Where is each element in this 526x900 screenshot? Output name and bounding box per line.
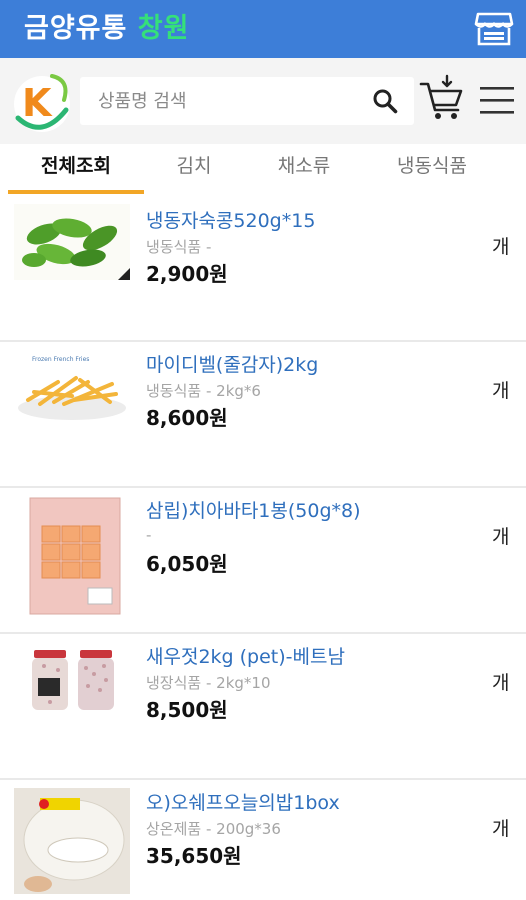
- product-image-instant-rice[interactable]: [14, 788, 130, 894]
- product-price: 6,050원: [146, 552, 228, 576]
- product-price: 2,900원: [146, 262, 228, 286]
- product-image-edamame[interactable]: [14, 204, 130, 280]
- menu-icon[interactable]: [478, 82, 516, 118]
- product-name[interactable]: 마이디벨(줄감자)2kg: [146, 350, 318, 377]
- cart-icon[interactable]: [418, 74, 464, 122]
- search-bar-area: K: [0, 58, 526, 144]
- product-category-spec: 냉장식품 - 2kg*10: [146, 674, 271, 692]
- app-title-branch: 창원: [137, 13, 190, 44]
- product-category-spec: 냉동식품 - 2kg*6: [146, 382, 261, 400]
- product-price: 8,500원: [146, 698, 228, 722]
- product-unit: 개: [492, 672, 510, 694]
- product-image-ciabatta[interactable]: [14, 496, 130, 616]
- product-image-caption: Frozen French Fries: [32, 356, 89, 363]
- product-category-spec: 상온제품 - 200g*36: [146, 820, 281, 838]
- product-unit: 개: [492, 380, 510, 402]
- product-unit: 개: [492, 818, 510, 840]
- product-unit: 개: [492, 526, 510, 548]
- app-header: 금양유통 창원: [0, 0, 526, 58]
- tab-kimchi[interactable]: 김치: [150, 144, 238, 196]
- tab-frozen-food[interactable]: 냉동식품: [370, 144, 494, 196]
- tab-vegetables[interactable]: 채소류: [252, 144, 356, 196]
- product-item[interactable]: 새우젓2kg (pet)-베트남 냉장식품 - 2kg*10 8,500원 개: [0, 634, 526, 780]
- search-input[interactable]: [98, 77, 368, 125]
- product-name[interactable]: 오)오쉐프오늘의밥1box: [146, 788, 340, 815]
- category-tabs: 전체조회 김치 채소류 냉동식품: [0, 144, 526, 196]
- app-title-main: 금양유통: [24, 13, 128, 44]
- product-category-spec: 냉동식품 -: [146, 238, 212, 256]
- product-name[interactable]: 냉동자숙콩520g*15: [146, 206, 315, 233]
- search-box: [80, 77, 414, 125]
- product-item[interactable]: Frozen French Fries 마이디벨(줄감자)2kg 냉동식품 - …: [0, 342, 526, 488]
- product-image-salted-shrimp[interactable]: [14, 644, 130, 720]
- product-item[interactable]: 오)오쉐프오늘의밥1box 상온제품 - 200g*36 35,650원 개: [0, 780, 526, 900]
- product-item[interactable]: 삼립)치아바타1봉(50g*8) - 6,050원 개: [0, 488, 526, 634]
- store-icon[interactable]: [474, 10, 514, 48]
- product-price: 8,600원: [146, 406, 228, 430]
- app-title: 금양유통 창원: [24, 12, 189, 46]
- product-price: 35,650원: [146, 844, 242, 868]
- product-unit: 개: [492, 236, 510, 258]
- product-image-fries[interactable]: Frozen French Fries: [14, 352, 130, 428]
- brand-logo[interactable]: K: [8, 66, 76, 136]
- tab-all[interactable]: 전체조회: [8, 144, 144, 196]
- search-icon[interactable]: [372, 88, 398, 114]
- product-name[interactable]: 새우젓2kg (pet)-베트남: [146, 642, 345, 669]
- product-name[interactable]: 삼립)치아바타1봉(50g*8): [146, 496, 361, 523]
- product-category-spec: -: [146, 526, 152, 544]
- product-item[interactable]: 냉동자숙콩520g*15 냉동식품 - 2,900원 개: [0, 196, 526, 342]
- logo-letter: K: [22, 81, 53, 125]
